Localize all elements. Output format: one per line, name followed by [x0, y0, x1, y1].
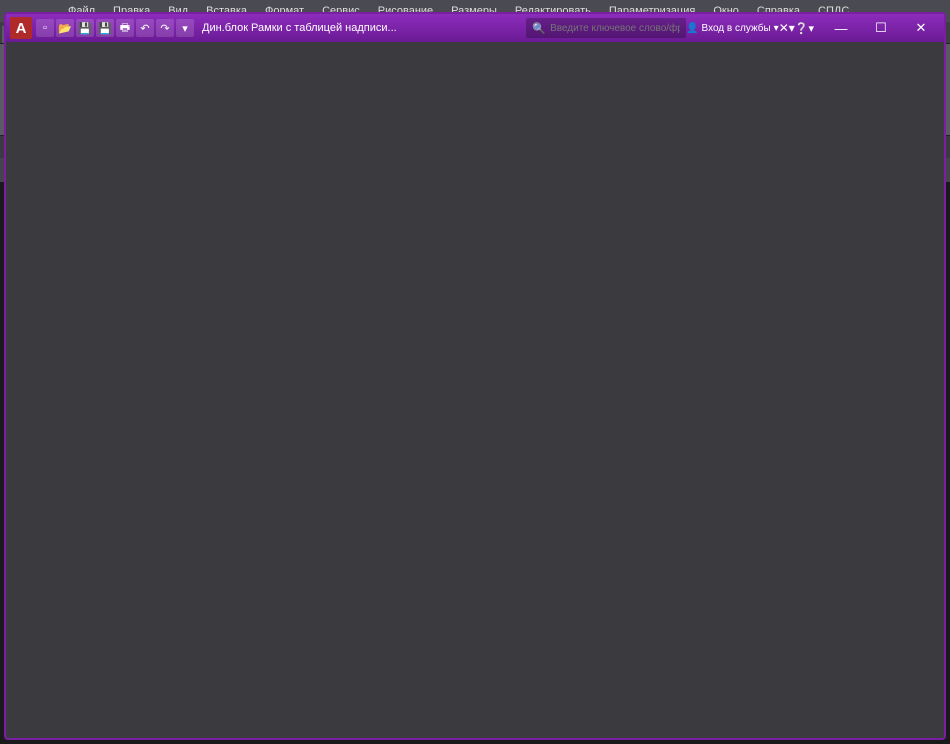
search-box[interactable]: 🔍 — [526, 18, 686, 38]
help-icon[interactable]: ❔▾ — [795, 22, 814, 35]
qat-saveas-icon[interactable]: 💾 — [96, 19, 114, 37]
qat-new-icon[interactable]: ▫ — [36, 19, 54, 37]
maximize-button[interactable]: ☐ — [862, 17, 900, 39]
app-logo[interactable]: A — [10, 17, 32, 39]
qat-undo-icon[interactable]: ↶ — [136, 19, 154, 37]
minimize-button[interactable]: — — [822, 17, 860, 39]
qat-more-icon[interactable]: ▾ — [176, 19, 194, 37]
exchange-icon[interactable]: ✕▾ — [779, 21, 795, 35]
window-title: Дин.блок Рамки с таблицей надписи... — [202, 22, 397, 34]
qat-redo-icon[interactable]: ↷ — [156, 19, 174, 37]
qat-save-icon[interactable]: 💾 — [76, 19, 94, 37]
quick-access-toolbar: ▫ 📂 💾 💾 🖶 ↶ ↷ ▾ — [36, 19, 194, 37]
search-icon: 🔍 — [532, 22, 546, 35]
qat-open-icon[interactable]: 📂 — [56, 19, 74, 37]
close-button[interactable]: ✕ — [902, 17, 940, 39]
qat-plot-icon[interactable]: 🖶 — [116, 19, 134, 37]
titlebar: A ▫ 📂 💾 💾 🖶 ↶ ↷ ▾ Дин.блок Рамки с табли… — [6, 14, 944, 42]
signin-button[interactable]: 👤 Вход в службы ▾ — [686, 23, 779, 34]
search-input[interactable] — [550, 23, 680, 34]
